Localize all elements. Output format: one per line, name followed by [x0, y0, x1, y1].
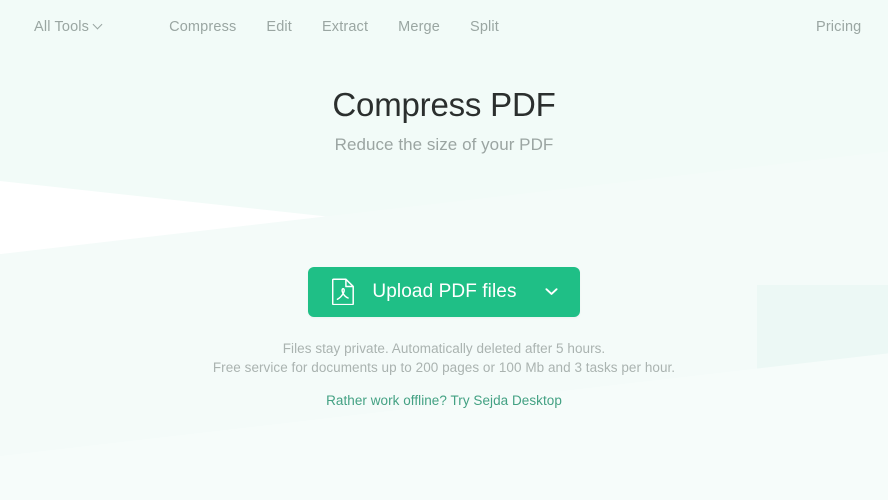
caret-down-icon[interactable] [545, 287, 558, 296]
fineprint-section: Files stay private. Automatically delete… [0, 339, 888, 377]
nav-item-compress[interactable]: Compress [169, 20, 236, 35]
upload-pdf-files-label: Upload PDF files [372, 280, 517, 302]
primary-navigation: All Tools Compress Edit Extract Merge Sp… [34, 20, 499, 35]
fineprint-limits-line: Free service for documents up to 200 pag… [212, 359, 676, 375]
page-title: Compress PDF [332, 86, 556, 123]
upload-section: Upload PDF files [0, 266, 888, 317]
upload-pdf-files-button[interactable]: Upload PDF files [308, 266, 580, 317]
page-subtitle: Reduce the size of your PDF [334, 134, 554, 154]
nav-item-all-tools-label: All Tools [34, 19, 90, 36]
fineprint-privacy-line: Files stay private. Automatically delete… [282, 340, 606, 356]
nav-item-all-tools[interactable]: All Tools [34, 20, 103, 35]
pdf-file-icon [332, 278, 355, 306]
site-header: All Tools Compress Edit Extract Merge Sp… [0, 0, 888, 55]
sejda-desktop-link[interactable]: Rather work offline? Try Sejda Desktop [326, 393, 562, 408]
nav-item-merge[interactable]: Merge [398, 20, 440, 35]
hero-section: Compress PDF Reduce the size of your PDF [0, 86, 888, 155]
nav-item-extract[interactable]: Extract [322, 20, 368, 35]
secondary-navigation: Pricing D [816, 20, 888, 35]
chevron-down-icon [94, 21, 103, 30]
offline-link-section: Rather work offline? Try Sejda Desktop [0, 392, 888, 410]
nav-item-pricing[interactable]: Pricing [816, 20, 861, 35]
nav-item-edit[interactable]: Edit [266, 20, 292, 35]
nav-item-split[interactable]: Split [470, 20, 499, 35]
background-decoration [0, 0, 888, 500]
